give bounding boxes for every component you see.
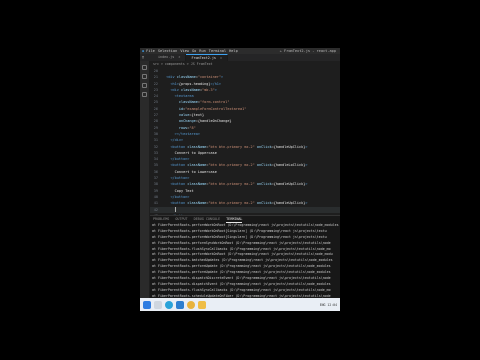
panel-tab-problems[interactable]: PROBLEMS (153, 216, 169, 223)
search-icon[interactable] (142, 74, 147, 79)
windows-taskbar: ENG 12:04 (140, 298, 340, 311)
system-tray: ENG 12:04 (319, 302, 337, 307)
search-icon[interactable] (154, 300, 162, 309)
menu-go[interactable]: Go (192, 49, 196, 53)
code-editor[interactable]: 20 21 <div className="container"> 22 <h1>{… (150, 68, 340, 224)
file-explorer-icon[interactable] (198, 300, 206, 309)
menu-view[interactable]: View (180, 49, 189, 53)
vscode-window: ◆ File Selection View Go Run Terminal He… (140, 48, 340, 311)
panel-tab-debug-console[interactable]: DEBUG CONSOLE (194, 216, 221, 223)
explorer-icon[interactable] (142, 65, 147, 70)
windows-start-icon[interactable] (143, 300, 151, 309)
terminal-output[interactable]: at FiberParentRoots.performWorkOnRoot (D… (150, 223, 340, 305)
terminal-line: at FiberParentRoots.performWorkOnRoot[Si… (152, 228, 327, 233)
activity-bar (140, 61, 149, 298)
explorer-icon[interactable]: ▤ (140, 54, 153, 61)
panel-tab-output[interactable]: OUTPUT (175, 216, 187, 223)
tab-label: index.js (158, 55, 175, 59)
panel-tabs: PROBLEMS OUTPUT DEBUG CONSOLE TERMINAL (150, 216, 340, 223)
bottom-panel: PROBLEMS OUTPUT DEBUG CONSOLE TERMINAL at F… (150, 215, 340, 304)
edge-browser-icon[interactable] (165, 300, 173, 309)
editor-tab-bar: ▤ index.js × FromText2.js × (140, 54, 340, 61)
menu-terminal[interactable]: Terminal (209, 49, 226, 53)
screen-recording: ◆ File Selection View Go Run Terminal He… (140, 0, 340, 360)
terminal-line: at FiberParentRoots.performSyncWorkOnRoo… (152, 240, 331, 245)
terminal-line: at FiberParentRoots.dispatchEvent (D:\Pr… (152, 281, 331, 286)
extensions-icon[interactable] (142, 92, 147, 97)
terminal-line: at FiberParentRoots.flushSyncCallbacks (… (152, 287, 331, 292)
close-icon[interactable]: × (220, 56, 222, 60)
chrome-browser-icon[interactable] (187, 300, 195, 309)
vscode-taskbar-icon[interactable] (176, 300, 184, 309)
menu-file[interactable]: File (146, 49, 155, 53)
menu-selection[interactable]: Selection (158, 49, 177, 53)
menu-help[interactable]: Help (229, 49, 238, 53)
close-icon[interactable]: × (178, 55, 180, 59)
source-control-icon[interactable] (142, 83, 147, 88)
menu-run[interactable]: Run (199, 49, 206, 53)
vscode-logo-icon: ◆ (142, 49, 145, 53)
tab-index-js[interactable]: index.js × (153, 54, 187, 61)
terminal-line: at FiberParentRoots.performWorkOnRoot[Si… (152, 234, 327, 239)
panel-tab-terminal[interactable]: TERMINAL (226, 216, 243, 223)
tab-label: FromText2.js (191, 56, 216, 60)
tab-fromtext2-js[interactable]: FromText2.js × (186, 54, 229, 61)
breadcrumb[interactable]: src > components > JS FromText (153, 61, 213, 67)
window-title: ← FromText2.js - react-app (279, 49, 336, 53)
